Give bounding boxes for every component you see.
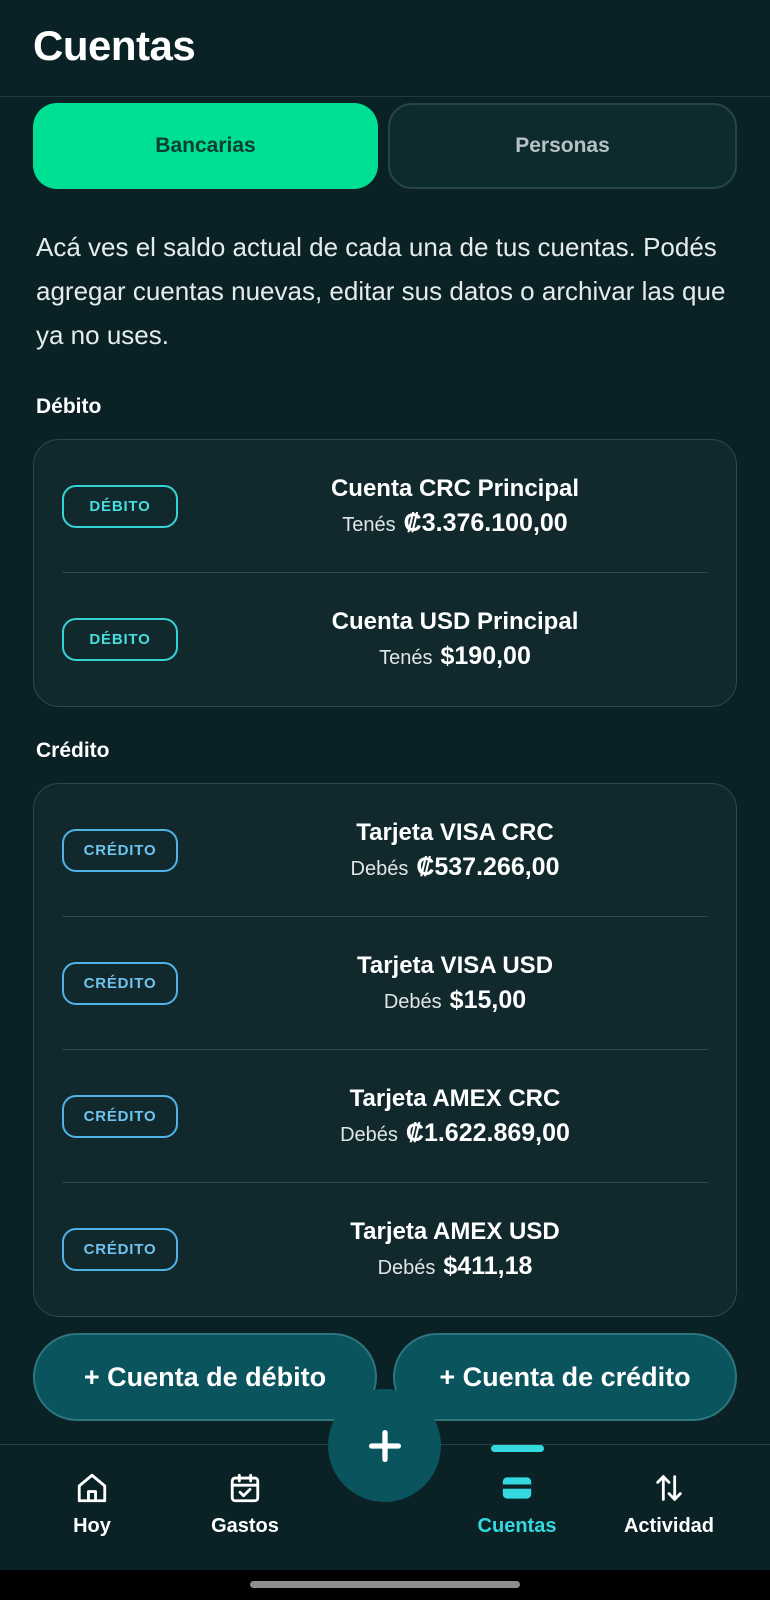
- app-header: Cuentas: [0, 0, 770, 97]
- balance-amount: ₡3.376.100,00: [403, 508, 568, 537]
- balance-prefix: Debés: [377, 1257, 436, 1279]
- account-info: Tarjeta VISA CRC Debés ₡537.266,00: [202, 784, 708, 916]
- home-icon: [77, 1473, 107, 1503]
- nav-item-gastos[interactable]: Gastos: [175, 1471, 315, 1538]
- add-credit-account-button[interactable]: + Cuenta de crédito: [393, 1333, 737, 1421]
- credit-accounts-card: CRÉDITO Tarjeta VISA CRC Debés ₡537.266,…: [33, 783, 737, 1317]
- account-info: Tarjeta AMEX CRC Debés ₡1.622.869,00: [202, 1050, 708, 1182]
- debit-accounts-card: DÉBITO Cuenta CRC Principal Tenés ₡3.376…: [33, 439, 737, 707]
- balance-prefix: Debés: [350, 857, 409, 880]
- account-balance: Debés ₡537.266,00: [351, 853, 560, 882]
- card-icon: [502, 1477, 532, 1499]
- account-name: Tarjeta AMEX CRC: [349, 1084, 561, 1112]
- account-row[interactable]: CRÉDITO Tarjeta AMEX USD Debés $411,18: [62, 1183, 708, 1316]
- calendar-check-icon: [230, 1473, 260, 1503]
- balance-amount: ₡537.266,00: [416, 852, 560, 881]
- section-label-credito: Crédito: [36, 739, 110, 762]
- add-debit-account-button[interactable]: + Cuenta de débito: [33, 1333, 377, 1421]
- account-type-badge: CRÉDITO: [62, 961, 178, 1005]
- plus-icon: [368, 1429, 401, 1462]
- balance-prefix: Tenés: [342, 513, 396, 536]
- tab-personas[interactable]: Personas: [388, 103, 737, 189]
- gesture-handle[interactable]: [250, 1581, 520, 1588]
- account-name: Cuenta CRC Principal: [330, 474, 580, 502]
- account-type-badge: CRÉDITO: [62, 828, 178, 872]
- section-label-debito: Débito: [36, 395, 102, 418]
- active-tab-indicator: [491, 1445, 544, 1452]
- account-type-badge: CRÉDITO: [62, 1094, 178, 1138]
- balance-prefix: Debés: [383, 990, 442, 1013]
- nav-label: Cuentas: [477, 1515, 557, 1537]
- balance-prefix: Debés: [340, 1123, 398, 1146]
- account-row[interactable]: CRÉDITO Tarjeta AMEX CRC Debés ₡1.622.86…: [62, 1050, 708, 1183]
- account-info: Tarjeta AMEX USD Debés $411,18: [202, 1183, 708, 1316]
- account-type-badge: CRÉDITO: [62, 1228, 178, 1271]
- account-info: Cuenta USD Principal Tenés $190,00: [202, 573, 708, 706]
- arrows-up-down-icon: [656, 1475, 682, 1501]
- nav-item-hoy[interactable]: Hoy: [22, 1471, 162, 1538]
- system-gesture-area: [0, 1570, 770, 1600]
- account-row[interactable]: CRÉDITO Tarjeta VISA CRC Debés ₡537.266,…: [62, 784, 708, 917]
- account-balance: Debés $411,18: [378, 1252, 533, 1281]
- balance-prefix: Tenés: [379, 647, 433, 669]
- account-type-badge: DÉBITO: [62, 484, 178, 528]
- nav-label: Gastos: [211, 1515, 279, 1537]
- account-info: Tarjeta VISA USD Debés $15,00: [202, 917, 708, 1049]
- page-description: Acá ves el saldo actual de cada una de t…: [36, 232, 726, 350]
- account-balance: Debés $15,00: [384, 986, 526, 1015]
- account-row[interactable]: DÉBITO Cuenta CRC Principal Tenés ₡3.376…: [62, 440, 708, 573]
- account-name: Tarjeta AMEX USD: [350, 1218, 560, 1245]
- account-balance: Tenés $190,00: [379, 642, 531, 671]
- account-name: Tarjeta VISA USD: [356, 951, 554, 979]
- tab-bar: Bancarias Personas: [0, 97, 770, 189]
- nav-label: Actividad: [623, 1515, 715, 1537]
- account-balance: Debés ₡1.622.869,00: [340, 1119, 570, 1148]
- app-screen: Cuentas Bancarias Personas Acá ves el sa…: [0, 0, 770, 1600]
- balance-amount: $190,00: [440, 642, 531, 670]
- account-row[interactable]: CRÉDITO Tarjeta VISA USD Debés $15,00: [62, 917, 708, 1050]
- add-transaction-fab[interactable]: [328, 1389, 441, 1502]
- balance-amount: $15,00: [449, 985, 527, 1014]
- nav-item-actividad[interactable]: Actividad: [599, 1471, 739, 1538]
- tab-bancarias[interactable]: Bancarias: [33, 103, 378, 189]
- balance-amount: $411,18: [443, 1252, 533, 1280]
- account-name: Tarjeta VISA CRC: [356, 818, 554, 846]
- account-balance: Tenés ₡3.376.100,00: [342, 509, 567, 538]
- page-title: Cuentas: [33, 22, 196, 69]
- account-type-badge: DÉBITO: [62, 618, 178, 661]
- nav-item-cuentas[interactable]: Cuentas: [447, 1471, 587, 1538]
- account-info: Cuenta CRC Principal Tenés ₡3.376.100,00: [202, 440, 708, 572]
- account-name: Cuenta USD Principal: [331, 608, 579, 635]
- nav-label: Hoy: [73, 1515, 111, 1537]
- account-row[interactable]: DÉBITO Cuenta USD Principal Tenés $190,0…: [62, 573, 708, 706]
- balance-amount: ₡1.622.869,00: [405, 1118, 570, 1147]
